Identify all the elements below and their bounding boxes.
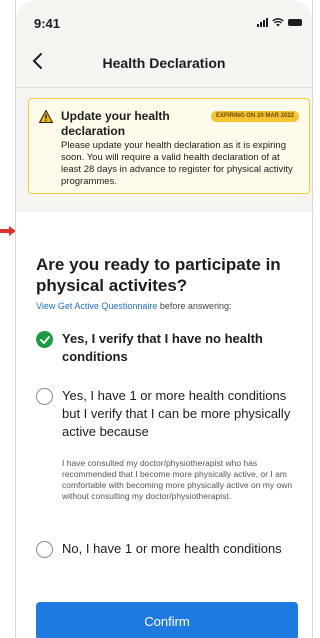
- option-has-conditions[interactable]: No, I have 1 or more health conditions: [36, 540, 298, 558]
- option-no-conditions[interactable]: Yes, I verify that I have no health cond…: [36, 330, 298, 366]
- confirm-button[interactable]: Confirm: [36, 602, 298, 638]
- question-title: Are you ready to participate in physical…: [36, 255, 281, 295]
- option-conditions-verified[interactable]: Yes, I have 1 or more health conditions …: [36, 387, 298, 441]
- nav-divider: [16, 87, 312, 88]
- warning-icon: [39, 110, 53, 123]
- battery-icon: [288, 19, 302, 26]
- status-icons: [257, 17, 302, 27]
- page-title: Health Declaration: [102, 55, 226, 71]
- pointer-arrow-icon: [0, 226, 16, 236]
- option-label: Yes, I verify that I have no health cond…: [62, 331, 263, 364]
- questionnaire-link[interactable]: View Get Active Questionnaire: [36, 301, 157, 311]
- banner-body: Please update your health declaration as…: [61, 140, 293, 187]
- expiry-warning-banner: Update your health declaration EXPIRING …: [28, 98, 310, 194]
- status-bar: 9:41: [16, 0, 312, 44]
- wifi-icon: [272, 18, 284, 27]
- signal-icon: [257, 17, 268, 27]
- status-time: 9:41: [34, 16, 61, 31]
- radio-unchecked-icon[interactable]: [36, 388, 53, 405]
- option-label: Yes, I have 1 or more health conditions …: [62, 388, 291, 439]
- helper-text: View Get Active Questionnaire before ans…: [36, 301, 231, 311]
- option-sub-text: I have consulted my doctor/physiotherapi…: [62, 458, 293, 501]
- phone-frame: 9:41 Health Declaration Update your heal…: [15, 0, 313, 638]
- nav-bar: Health Declaration: [16, 44, 312, 80]
- option-label: No, I have 1 or more health conditions: [62, 541, 282, 556]
- header-area: 9:41 Health Declaration Update your heal…: [16, 0, 312, 212]
- radio-unchecked-icon[interactable]: [36, 541, 53, 558]
- helper-rest: before answering:: [157, 301, 232, 311]
- expiry-badge: EXPIRING ON 20 MAR 2022: [210, 111, 299, 122]
- banner-title: Update your health declaration: [61, 109, 170, 138]
- radio-checked-icon[interactable]: [36, 331, 53, 348]
